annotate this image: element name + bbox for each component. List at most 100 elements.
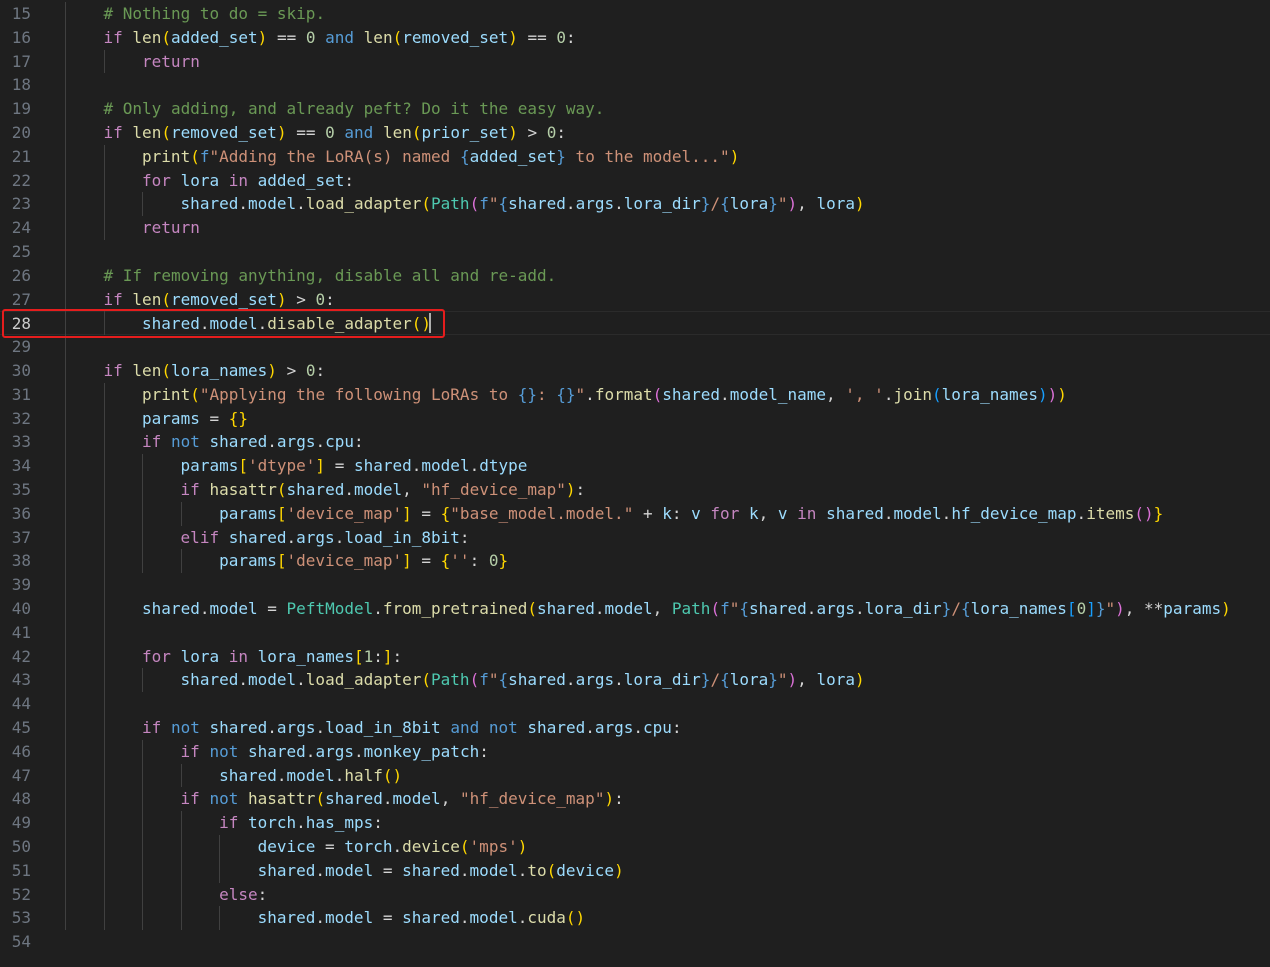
code-token: f [720,599,730,618]
code-token: () [565,908,586,928]
code-token: model [209,314,258,334]
line-number: 31 [11,384,31,404]
code-token: . [720,384,730,404]
code-token: ) [1057,384,1067,404]
code-line[interactable]: 44 [0,692,1270,716]
code-token: . [238,194,248,214]
code-editor[interactable]: 15 # Nothing to do = skip. 16 if len(added_… [0,0,1270,967]
code-token: . [334,527,345,547]
code-line[interactable]: 35 if hasattr(shared.model, "hf_device_ma… [0,478,1270,502]
line-number: 20 [11,123,31,142]
line-number: 30 [11,361,31,380]
line-number: 26 [11,265,31,285]
code-token: . [585,718,595,737]
code-line[interactable]: 33 if not shared.args.cpu: [0,430,1270,454]
code-token: added_set [170,27,258,47]
code-token: , [402,480,422,499]
code-token: , [652,599,672,618]
code-line[interactable]: 51 shared.model = shared.model.to(device) [0,859,1270,883]
code-token: } [941,599,952,618]
code-token: lora_dir [864,599,942,618]
code-token: . [267,432,277,452]
code-line[interactable]: 29 [0,335,1270,359]
code-token: . [315,860,326,880]
code-token: model [469,908,518,928]
code-token: model [353,480,403,499]
code-token: } [768,194,778,214]
code-token: model [286,765,335,785]
code-line[interactable]: 21 print(f"Adding the LoRA(s) named {adde… [0,145,1270,169]
line-code: shared.model.load_adapter(Path(f"{shared… [181,668,865,692]
code-token: ', ' [845,384,884,404]
code-token: to the model..." [565,146,730,166]
code-line[interactable]: 45 if not shared.args.load_in_8bit and no… [0,716,1270,740]
code-line[interactable]: 26 # If removing anything, disable all an… [0,264,1270,288]
code-line[interactable]: 47 shared.model.half() [0,764,1270,788]
code-line[interactable]: 46 if not shared.args.monkey_patch: [0,740,1270,764]
code-line[interactable]: 41 [0,621,1270,645]
code-line[interactable]: 52 else: [0,883,1270,907]
code-token: . [286,527,297,547]
code-line[interactable]: 24 return [0,216,1270,240]
code-token: } [556,146,566,166]
code-line[interactable]: 16 if len(added_set) == 0 and len(removed… [0,26,1270,50]
code-line[interactable]: 50 device = torch.device('mps') [0,835,1270,859]
line-number: 52 [11,884,31,904]
line-code: if not shared.args.load_in_8bit and not … [142,716,682,740]
code-line[interactable]: 25 [0,240,1270,264]
code-token: "Adding the LoRA(s) named [209,146,460,166]
code-token: hasattr [248,789,316,809]
code-line[interactable]: 32 params = {} [0,407,1270,431]
code-token: params [219,503,277,523]
code-token: model [247,670,297,690]
code-token: . [883,384,894,404]
code-token: . [883,503,894,523]
code-token: and [450,718,480,737]
code-line[interactable]: 43 shared.model.load_adapter(Path(f"{shar… [0,668,1270,692]
code-line[interactable]: 23 shared.model.load_adapter(Path(f"{shar… [0,192,1270,216]
code-line[interactable]: 20 if len(removed_set) == 0 and len(prior… [0,121,1270,145]
code-line[interactable]: 42 for lora in lora_names[1:]: [0,645,1270,669]
code-token: in [228,646,249,666]
code-line[interactable]: 36 params['device_map'] = {"base_model.mo… [0,502,1270,526]
code-line[interactable]: 28 shared.model.disable_adapter() [0,311,1270,336]
code-token: . [565,670,576,690]
code-line[interactable]: 40 shared.model = PeftModel.from_pretrain… [0,597,1270,621]
code-token: { [498,670,509,690]
code-line[interactable]: 22 for lora in added_set: [0,169,1270,193]
code-token: lora [729,194,769,214]
code-line[interactable]: 53 shared.model = shared.model.cuda() [0,906,1270,930]
code-token: "Applying the following LoRAs to [199,384,518,404]
line-number: 54 [11,932,31,952]
code-line[interactable]: 18 [0,73,1270,97]
line-code: else: [219,883,267,907]
code-token: . [238,670,248,690]
code-line[interactable]: 49 if torch.has_mps: [0,811,1270,835]
code-line[interactable]: 27 if len(removed_set) > 0: [0,288,1270,312]
line-number: 37 [11,527,31,547]
code-line[interactable]: 17 return [0,50,1270,74]
code-line[interactable]: 19 # Only adding, and already peft? Do it… [0,97,1270,121]
code-token: format [594,384,653,404]
code-token: has_mps [305,813,374,833]
code-token: return [142,218,200,238]
line-code: if hasattr(shared.model, "hf_device_map"… [181,478,586,502]
code-line[interactable]: 48 if not hasattr(shared.model, "hf_devic… [0,787,1270,811]
code-token: = [373,908,403,928]
code-line[interactable]: 39 [0,573,1270,597]
code-token: : [671,718,682,737]
code-line[interactable]: 15 # Nothing to do = skip. [0,2,1270,26]
code-line[interactable]: 34 params['dtype'] = shared.model.dtype [0,454,1270,478]
code-line[interactable]: 54 [0,930,1270,954]
code-line[interactable]: 30 if len(lora_names) > 0: [0,359,1270,383]
code-line[interactable]: 38 params['device_map'] = {'': 0} [0,549,1270,573]
line-number: 19 [11,99,31,119]
code-line[interactable]: 37 elif shared.args.load_in_8bit: [0,526,1270,550]
code-line[interactable]: 31 print("Applying the following LoRAs to… [0,383,1270,407]
code-token: ( [190,146,200,166]
indent-guide [103,311,105,336]
code-token: ( [421,194,432,214]
code-token: v [777,503,788,523]
